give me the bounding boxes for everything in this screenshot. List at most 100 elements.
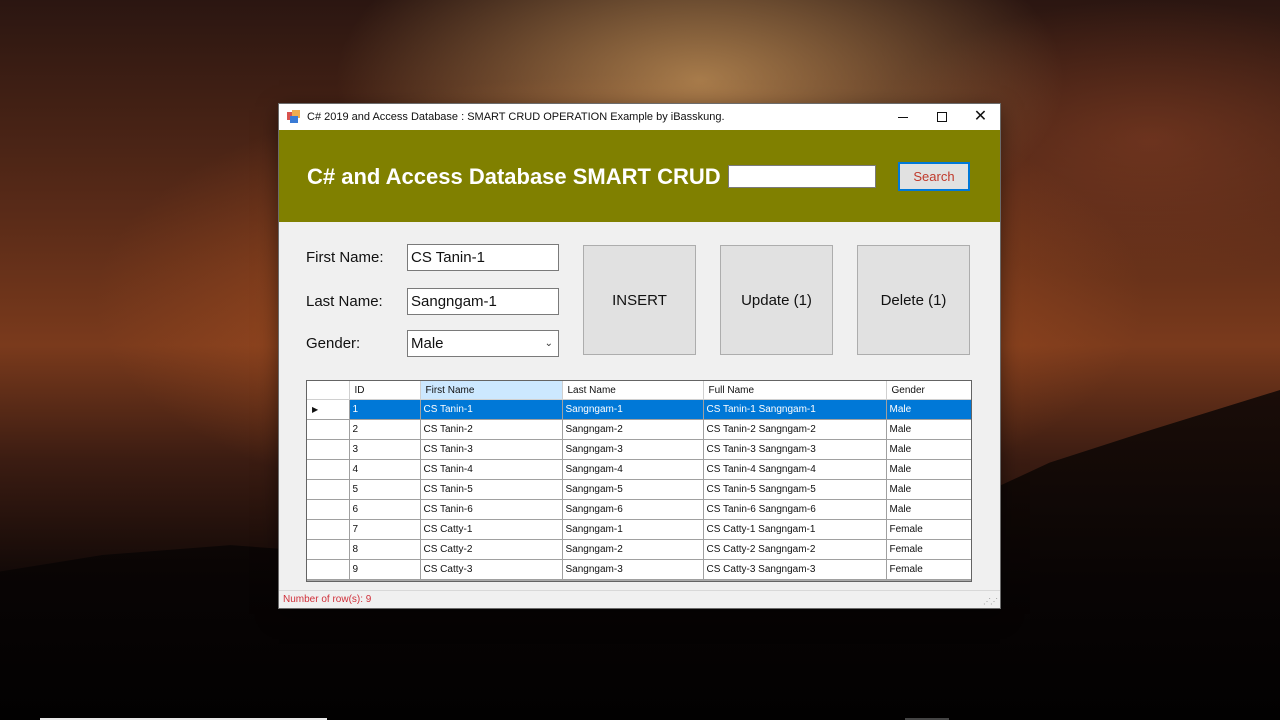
window-title: C# 2019 and Access Database : SMART CRUD…	[307, 111, 725, 123]
table-row[interactable]: ▶ 1 CS Tanin-1 Sangngam-1 CS Tanin-1 Sangnga…	[307, 399, 971, 420]
header-band: C# and Access Database SMART CRUD Search	[279, 130, 1000, 222]
table-cell[interactable]: 3	[349, 439, 421, 460]
table-cell[interactable]: CS Tanin-6	[420, 499, 563, 520]
table-cell[interactable]: Female	[886, 539, 971, 560]
grid-header-row: ID First Name Last Name Full Name Gender	[307, 381, 971, 400]
table-cell[interactable]: Male	[886, 459, 971, 480]
last-name-label: Last Name:	[306, 293, 383, 310]
table-cell[interactable]: Sangngam-2	[562, 539, 704, 560]
column-header[interactable]: First Name	[420, 381, 563, 400]
table-cell[interactable]: Sangngam-4	[562, 459, 704, 480]
table-cell[interactable]: CS Tanin-5 Sangngam-5	[703, 479, 887, 500]
table-cell[interactable]: CS Tanin-2	[420, 419, 563, 440]
close-icon: ✕	[973, 108, 988, 125]
insert-button[interactable]: INSERT	[583, 245, 696, 355]
table-cell[interactable]: CS Tanin-5	[420, 479, 563, 500]
table-cell[interactable]: Sangngam-1	[562, 399, 704, 420]
row-count-status: Number of row(s): 9	[283, 594, 372, 605]
table-cell[interactable]: CS Catty-2	[420, 539, 563, 560]
table-row[interactable]: 4 CS Tanin-4 Sangngam-4 CS Tanin-4 Sangngam…	[307, 459, 971, 480]
resize-grip-icon[interactable]: ⋰⋰	[983, 597, 998, 606]
row-header[interactable]	[307, 439, 350, 460]
table-row[interactable]: 8 CS Catty-2 Sangngam-2 CS Catty-2 Sangngam…	[307, 539, 971, 560]
row-header[interactable]	[307, 539, 350, 560]
table-row[interactable]: 3 CS Tanin-3 Sangngam-3 CS Tanin-3 Sangngam…	[307, 439, 971, 460]
app-icon	[287, 110, 301, 124]
row-header[interactable]: ▶	[307, 399, 350, 420]
row-header[interactable]	[307, 519, 350, 540]
gender-label: Gender:	[306, 335, 361, 352]
row-header[interactable]	[307, 499, 350, 520]
table-row[interactable]: 2 CS Tanin-2 Sangngam-2 CS Tanin-2 Sangngam…	[307, 419, 971, 440]
table-cell[interactable]: CS Tanin-1	[420, 399, 563, 420]
column-header[interactable]: Full Name	[703, 381, 887, 400]
chevron-down-icon: ⌄	[544, 338, 553, 349]
table-cell[interactable]: CS Tanin-3 Sangngam-3	[703, 439, 887, 460]
maximize-button[interactable]	[922, 104, 961, 130]
table-cell[interactable]: Female	[886, 559, 971, 580]
table-cell[interactable]: CS Catty-1	[420, 519, 563, 540]
first-name-field[interactable]: CS Tanin-1	[407, 244, 559, 271]
table-cell[interactable]: CS Tanin-6 Sangngam-6	[703, 499, 887, 520]
table-cell[interactable]: CS Tanin-2 Sangngam-2	[703, 419, 887, 440]
table-cell[interactable]: 6	[349, 499, 421, 520]
gender-select-value: Male	[411, 335, 444, 352]
close-button[interactable]: ✕	[961, 104, 1000, 130]
table-cell[interactable]: 1	[349, 399, 421, 420]
table-row[interactable]: 9 CS Catty-3 Sangngam-3 CS Catty-3 Sangngam…	[307, 559, 971, 580]
table-cell[interactable]: CS Catty-3	[420, 559, 563, 580]
table-cell[interactable]: Sangngam-3	[562, 439, 704, 460]
table-cell[interactable]: 2	[349, 419, 421, 440]
row-header[interactable]	[307, 559, 350, 580]
table-cell[interactable]: CS Tanin-3	[420, 439, 563, 460]
table-cell[interactable]: 4	[349, 459, 421, 480]
gender-select[interactable]: Male ⌄	[407, 330, 559, 357]
table-cell[interactable]: Sangngam-1	[562, 519, 704, 540]
table-cell[interactable]: Male	[886, 419, 971, 440]
row-header[interactable]	[307, 479, 350, 500]
table-cell[interactable]: Sangngam-3	[562, 559, 704, 580]
column-header[interactable]: ID	[349, 381, 421, 400]
table-cell[interactable]: 8	[349, 539, 421, 560]
data-grid[interactable]: ID First Name Last Name Full Name Gender…	[306, 380, 972, 582]
table-row[interactable]: 5 CS Tanin-5 Sangngam-5 CS Tanin-5 Sangngam…	[307, 479, 971, 500]
table-cell[interactable]: Sangngam-5	[562, 479, 704, 500]
table-cell[interactable]: Female	[886, 519, 971, 540]
table-cell[interactable]: Male	[886, 399, 971, 420]
table-cell[interactable]: Male	[886, 439, 971, 460]
table-cell[interactable]: CS Tanin-4 Sangngam-4	[703, 459, 887, 480]
table-cell[interactable]: CS Tanin-4	[420, 459, 563, 480]
row-header[interactable]	[307, 459, 350, 480]
app-window: C# 2019 and Access Database : SMART CRUD…	[279, 104, 1000, 608]
maximize-icon	[936, 112, 947, 122]
table-cell[interactable]: CS Catty-3 Sangngam-3	[703, 559, 887, 580]
title-bar: C# 2019 and Access Database : SMART CRUD…	[279, 104, 1000, 130]
table-cell[interactable]: 5	[349, 479, 421, 500]
window-controls: ✕	[883, 104, 1000, 130]
current-row-icon: ▶	[312, 405, 319, 414]
table-cell[interactable]: CS Catty-1 Sangngam-1	[703, 519, 887, 540]
page-title: C# and Access Database SMART CRUD	[307, 164, 721, 189]
table-cell[interactable]: CS Catty-2 Sangngam-2	[703, 539, 887, 560]
search-input[interactable]	[728, 165, 876, 188]
row-header[interactable]	[307, 419, 350, 440]
first-name-label: First Name:	[306, 249, 384, 266]
table-cell[interactable]: Male	[886, 499, 971, 520]
row-header-corner	[307, 381, 350, 400]
table-cell[interactable]: CS Tanin-1 Sangngam-1	[703, 399, 887, 420]
last-name-field[interactable]: Sangngam-1	[407, 288, 559, 315]
delete-button[interactable]: Delete (1)	[857, 245, 970, 355]
update-button[interactable]: Update (1)	[720, 245, 833, 355]
table-row[interactable]: 6 CS Tanin-6 Sangngam-6 CS Tanin-6 Sangngam…	[307, 499, 971, 520]
table-row[interactable]: 7 CS Catty-1 Sangngam-1 CS Catty-1 Sangngam…	[307, 519, 971, 540]
column-header[interactable]: Last Name	[562, 381, 704, 400]
table-cell[interactable]: 9	[349, 559, 421, 580]
table-cell[interactable]: 7	[349, 519, 421, 540]
status-bar: Number of row(s): 9 ⋰⋰	[279, 590, 1000, 608]
search-button[interactable]: Search	[898, 162, 970, 191]
column-header[interactable]: Gender	[886, 381, 971, 400]
table-cell[interactable]: Sangngam-2	[562, 419, 704, 440]
minimize-button[interactable]	[883, 104, 922, 130]
table-cell[interactable]: Sangngam-6	[562, 499, 704, 520]
table-cell[interactable]: Male	[886, 479, 971, 500]
